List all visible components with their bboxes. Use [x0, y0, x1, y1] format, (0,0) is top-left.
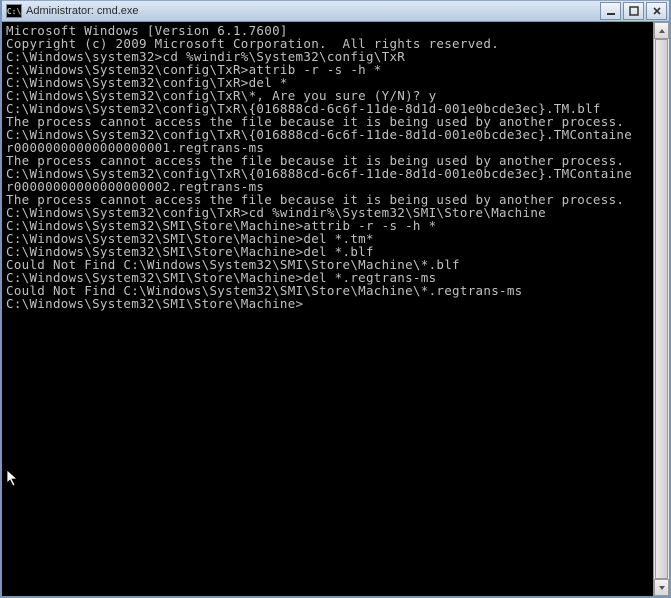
maximize-button[interactable]	[623, 2, 644, 20]
scroll-up-button[interactable]	[654, 22, 669, 39]
titlebar[interactable]: C:\ Administrator: cmd.exe	[2, 0, 669, 22]
maximize-icon	[629, 6, 639, 16]
cmd-window: C:\ Administrator: cmd.exe Microsoft Win…	[0, 0, 671, 598]
chevron-down-icon	[658, 584, 666, 592]
chevron-up-icon	[658, 27, 666, 35]
window-controls	[600, 2, 667, 20]
close-icon	[652, 6, 662, 16]
scroll-thumb[interactable]	[655, 39, 668, 579]
scroll-down-button[interactable]	[654, 579, 669, 596]
window-title: Administrator: cmd.exe	[26, 5, 600, 17]
terminal-line: C:\Windows\System32\SMI\Store\Machine>	[6, 297, 649, 310]
mouse-cursor-icon	[6, 469, 20, 490]
scroll-track[interactable]	[654, 39, 669, 579]
minimize-icon	[606, 6, 616, 16]
close-button[interactable]	[646, 2, 667, 20]
vertical-scrollbar[interactable]	[653, 22, 669, 596]
terminal-output[interactable]: Microsoft Windows [Version 6.1.7600]Copy…	[2, 22, 653, 596]
cmd-icon: C:\	[6, 4, 22, 18]
minimize-button[interactable]	[600, 2, 621, 20]
